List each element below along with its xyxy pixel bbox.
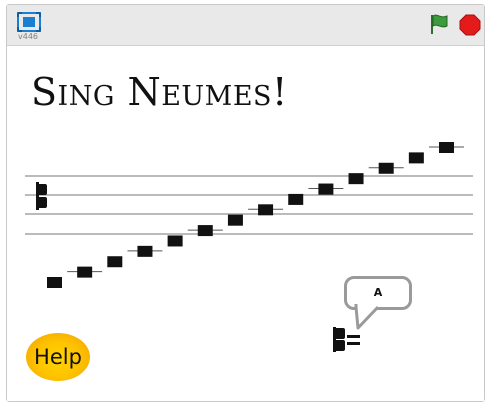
stop-icon[interactable] <box>459 14 481 36</box>
help-button[interactable]: Help <box>26 333 90 381</box>
neume-note[interactable] <box>288 193 304 205</box>
neume-note[interactable] <box>258 204 274 216</box>
neume-note[interactable] <box>318 183 334 195</box>
neume-note[interactable] <box>439 142 454 153</box>
player-toolbar: v446 <box>7 5 484 46</box>
neume-note[interactable] <box>378 162 394 174</box>
neume-note[interactable] <box>77 266 93 278</box>
neume-note[interactable] <box>137 245 153 257</box>
fullscreen-icon[interactable] <box>17 12 41 32</box>
green-flag-icon[interactable] <box>428 13 450 35</box>
neume-note[interactable] <box>197 225 213 237</box>
version-label: v446 <box>18 32 39 41</box>
neume-note[interactable] <box>408 152 424 164</box>
player-frame: v446 Sing Neumes! A Help <box>6 4 485 402</box>
c-clef-equals-icon <box>333 327 360 352</box>
neume-notes <box>47 142 464 288</box>
neume-note[interactable] <box>348 173 364 185</box>
c-clef-icon <box>36 182 47 210</box>
neume-note[interactable] <box>167 235 183 247</box>
neume-note[interactable] <box>227 214 243 226</box>
stage: Sing Neumes! A Help <box>7 46 484 401</box>
neume-note[interactable] <box>47 277 62 288</box>
speech-bubble-tail <box>354 304 380 330</box>
neume-note[interactable] <box>107 256 123 268</box>
